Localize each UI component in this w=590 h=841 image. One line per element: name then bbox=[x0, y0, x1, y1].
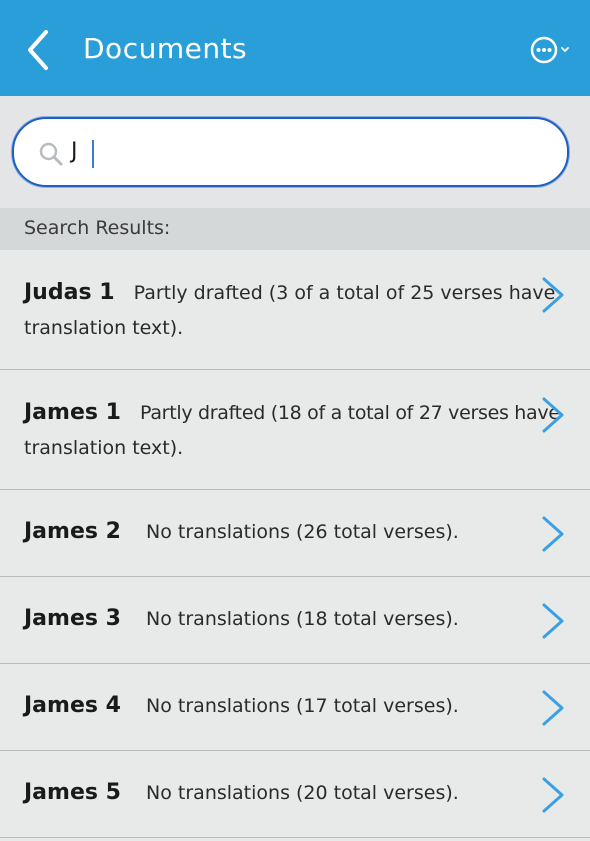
results-header: Search Results: bbox=[0, 208, 590, 250]
list-item[interactable]: James 1 Partly drafted (18 of a total of… bbox=[0, 370, 590, 490]
result-description: No translations (26 total verses). bbox=[146, 521, 459, 543]
more-options-button[interactable] bbox=[527, 32, 575, 68]
chevron-right-icon bbox=[542, 603, 564, 639]
chevron-right-icon bbox=[542, 516, 564, 552]
app-header: Documents bbox=[0, 0, 590, 96]
result-description: No translations (17 total verses). bbox=[146, 695, 459, 717]
search-input-value: J bbox=[71, 139, 78, 164]
result-title: James 2 bbox=[24, 519, 121, 544]
result-title: James 1 bbox=[24, 400, 121, 425]
chevron-right-icon bbox=[542, 690, 564, 726]
list-item[interactable]: James 2 No translations (26 total verses… bbox=[0, 490, 590, 577]
results-label: Search Results: bbox=[24, 217, 171, 239]
list-item[interactable]: Judas 1 Partly drafted (3 of a total of … bbox=[0, 250, 590, 370]
result-description-continued: translation text). bbox=[24, 437, 184, 459]
text-caret bbox=[92, 140, 94, 168]
result-description: No translations (20 total verses). bbox=[146, 782, 459, 804]
search-icon bbox=[39, 142, 63, 166]
list-item[interactable]: James 4 No translations (17 total verses… bbox=[0, 664, 590, 751]
search-area: J bbox=[0, 96, 590, 208]
list-item[interactable]: James 3 No translations (18 total verses… bbox=[0, 577, 590, 664]
result-description: No translations (18 total verses). bbox=[146, 608, 459, 630]
chevron-right-icon bbox=[542, 397, 564, 433]
result-description: Partly drafted (3 of a total of 25 verse… bbox=[133, 282, 556, 304]
result-title: James 3 bbox=[24, 606, 121, 631]
result-description: Partly drafted (18 of a total of 27 vers… bbox=[140, 402, 560, 424]
result-title: James 4 bbox=[24, 693, 121, 718]
result-title: James 5 bbox=[24, 780, 121, 805]
chevron-left-icon bbox=[28, 30, 48, 70]
search-input[interactable]: J bbox=[12, 117, 569, 187]
page-title: Documents bbox=[83, 32, 248, 65]
back-button[interactable] bbox=[22, 28, 58, 72]
chevron-right-icon bbox=[542, 777, 564, 813]
more-options-icon bbox=[530, 36, 569, 64]
result-description-continued: translation text). bbox=[24, 317, 184, 339]
list-item[interactable]: James 5 No translations (20 total verses… bbox=[0, 751, 590, 838]
result-title: Judas 1 bbox=[24, 280, 115, 305]
chevron-right-icon bbox=[542, 277, 564, 313]
